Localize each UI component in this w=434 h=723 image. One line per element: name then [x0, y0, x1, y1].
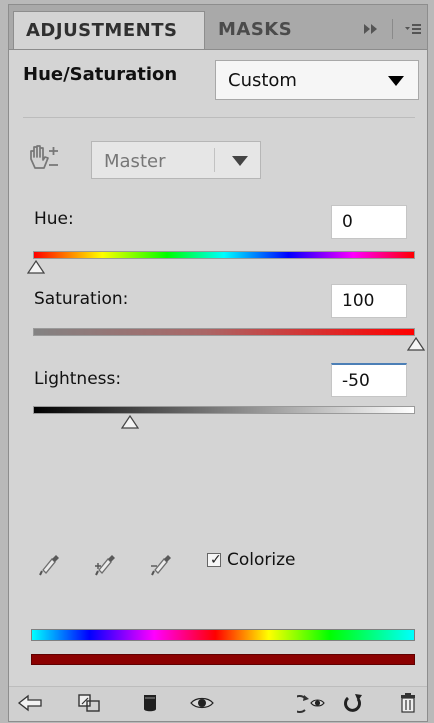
saturation-slider-track[interactable]	[33, 328, 415, 336]
reset-button[interactable]	[338, 691, 368, 715]
dropdown-divider	[214, 148, 215, 172]
eye-icon	[190, 697, 214, 709]
tab-masks[interactable]: MASKS	[206, 11, 298, 49]
tab-tools	[362, 17, 423, 41]
hue-slider-thumb[interactable]	[27, 260, 45, 274]
delete-button[interactable]	[393, 691, 423, 715]
clip-layer-button[interactable]	[75, 691, 105, 715]
lightness-input[interactable]: -50	[331, 363, 407, 397]
panel-menu-icon[interactable]	[403, 21, 423, 37]
eye-button[interactable]	[187, 691, 217, 715]
clip-to-layer-icon	[78, 694, 100, 712]
back-arrow-icon	[17, 694, 42, 712]
saturation-slider-thumb[interactable]	[407, 337, 425, 351]
visibility-toggle-button[interactable]	[135, 691, 165, 715]
eyedropper-group	[37, 545, 187, 579]
adjustments-panel: ADJUSTMENTS MASKS Hue/Saturation Custom …	[8, 4, 428, 722]
back-button[interactable]	[15, 691, 45, 715]
channel-value: Master	[104, 151, 166, 172]
hue-slider-track[interactable]	[33, 251, 415, 259]
preset-value: Custom	[228, 70, 297, 91]
chevron-down-icon	[232, 156, 248, 166]
result-color-bar	[31, 654, 415, 665]
chevron-down-icon	[388, 76, 404, 86]
tool-separator	[392, 19, 393, 39]
hand-adjust-icon[interactable]	[27, 143, 61, 173]
hue-input[interactable]: 0	[331, 205, 407, 239]
panel-footer	[9, 686, 427, 721]
color-bars	[31, 629, 415, 665]
tab-adjustments[interactable]: ADJUSTMENTS	[13, 11, 205, 49]
eyedropper-icon[interactable]	[37, 545, 63, 577]
section-divider	[23, 117, 415, 118]
channel-dropdown[interactable]: Master	[91, 141, 261, 179]
source-spectrum-bar	[31, 629, 415, 641]
view-previous-button[interactable]	[297, 691, 327, 715]
lightness-slider-thumb[interactable]	[121, 415, 139, 429]
panel-tab-bar: ADJUSTMENTS MASKS	[9, 5, 427, 50]
reset-icon	[344, 694, 362, 712]
eyedropper-plus-icon[interactable]	[93, 545, 119, 577]
colorize-checkbox[interactable]: ✓	[207, 552, 222, 568]
lightness-label: Lightness:	[34, 369, 122, 389]
eyedropper-minus-icon[interactable]	[149, 545, 175, 577]
lightness-slider-track[interactable]	[33, 406, 415, 414]
colorize-option[interactable]: ✓ Colorize	[207, 548, 296, 572]
visibility-toggle-icon	[144, 695, 156, 712]
delete-icon	[401, 693, 415, 713]
preset-dropdown[interactable]: Custom	[215, 60, 419, 100]
adjustment-title: Hue/Saturation	[23, 64, 178, 85]
check-icon: ✓	[210, 552, 222, 568]
view-previous-icon	[297, 695, 325, 713]
saturation-input[interactable]: 100	[331, 284, 407, 318]
colorize-label: Colorize	[227, 550, 296, 570]
saturation-label: Saturation:	[34, 289, 129, 309]
play-forward-icon[interactable]	[362, 21, 382, 37]
hue-label: Hue:	[34, 209, 74, 229]
